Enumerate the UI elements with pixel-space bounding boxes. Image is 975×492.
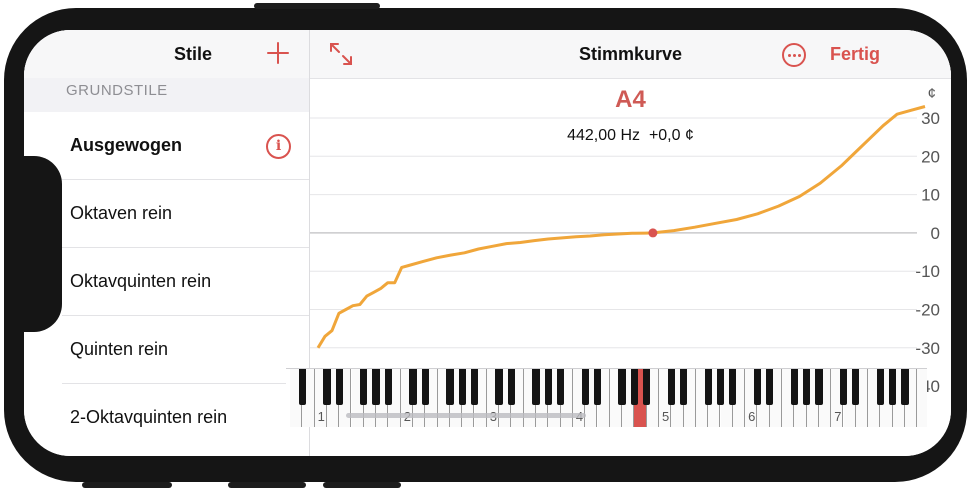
- y-tick-label: 0: [931, 224, 940, 243]
- black-key[interactable]: [409, 369, 417, 405]
- done-button[interactable]: Fertig: [830, 44, 880, 65]
- black-key[interactable]: [618, 369, 626, 405]
- y-tick-label: -10: [915, 262, 940, 281]
- black-key[interactable]: [889, 369, 897, 405]
- black-key[interactable]: [532, 369, 540, 405]
- tuning-curve-chart[interactable]: 3020100-10-20-30-40¢: [310, 78, 951, 398]
- black-key[interactable]: [852, 369, 860, 405]
- white-key[interactable]: [917, 369, 927, 427]
- frequency-readout: 442,00 Hz +0,0 ¢: [310, 127, 951, 145]
- sidebar-header: Stile: [24, 30, 309, 79]
- style-item-label: 2-Oktavquinten rein: [70, 407, 228, 427]
- black-key[interactable]: [360, 369, 368, 405]
- style-item-label: Oktaven rein: [70, 203, 173, 223]
- frequency-value: 442,00 Hz: [567, 127, 641, 144]
- style-item-label: Ausgewogen: [70, 135, 183, 155]
- black-key[interactable]: [766, 369, 774, 405]
- more-icon[interactable]: [782, 43, 806, 67]
- black-key[interactable]: [556, 369, 565, 405]
- note-name: A4: [615, 86, 646, 113]
- black-key[interactable]: [446, 369, 454, 405]
- black-key[interactable]: [790, 369, 798, 405]
- black-key[interactable]: [643, 369, 651, 405]
- hardware-button: [228, 482, 306, 488]
- style-item-2-oktavquinten-rein[interactable]: 2-Oktavquinten rein: [24, 384, 309, 452]
- hardware-button: [82, 482, 172, 488]
- y-tick-label: 10: [921, 186, 940, 205]
- piano-keyboard[interactable]: 1234567: [286, 368, 927, 427]
- black-key[interactable]: [323, 369, 331, 405]
- black-key[interactable]: [679, 369, 688, 405]
- black-key[interactable]: [667, 369, 675, 405]
- black-key[interactable]: [384, 369, 393, 405]
- y-tick-label: 20: [921, 147, 940, 166]
- black-key[interactable]: [716, 369, 725, 405]
- black-key[interactable]: [802, 369, 811, 405]
- black-key[interactable]: [704, 369, 712, 405]
- camera-notch: [24, 156, 62, 332]
- selected-note-marker[interactable]: [648, 228, 658, 238]
- black-key[interactable]: [507, 369, 516, 405]
- hardware-button: [323, 482, 401, 488]
- black-key[interactable]: [421, 369, 429, 405]
- black-key[interactable]: [876, 369, 885, 405]
- style-item-label: Quinten rein: [70, 339, 169, 359]
- black-key[interactable]: [839, 369, 848, 405]
- y-tick-label: -20: [915, 301, 940, 320]
- black-key[interactable]: [335, 369, 343, 405]
- y-tick-label: -30: [915, 339, 940, 358]
- style-item-label: Oktavquinten rein: [70, 271, 212, 291]
- sidebar-title: Stile: [174, 44, 213, 64]
- octave-label: 6: [748, 409, 756, 424]
- style-item-quinten-rein[interactable]: Quinten rein: [24, 316, 309, 384]
- black-key[interactable]: [470, 369, 479, 405]
- black-key[interactable]: [581, 369, 589, 405]
- section-label: GRUNDSTILE: [66, 82, 168, 99]
- black-key[interactable]: [630, 369, 639, 405]
- nav-bar: Stimmkurve Fertig: [310, 30, 951, 79]
- black-key[interactable]: [815, 369, 823, 405]
- style-item-oktaven-rein[interactable]: Oktaven rein: [24, 180, 309, 248]
- octave-label: 5: [662, 409, 670, 424]
- hardware-button: [254, 3, 380, 9]
- black-key[interactable]: [372, 369, 380, 405]
- black-key[interactable]: [901, 369, 909, 405]
- sidebar: Stile GRUNDSTILE Ausgewogen i Oktaven re…: [24, 30, 310, 456]
- scroll-indicator: [346, 413, 586, 418]
- black-key[interactable]: [593, 369, 602, 405]
- black-key[interactable]: [458, 369, 466, 405]
- add-icon[interactable]: [264, 39, 292, 67]
- black-key[interactable]: [753, 369, 762, 405]
- black-key[interactable]: [729, 369, 737, 405]
- style-item-oktavquinten-rein[interactable]: Oktavquinten rein: [24, 248, 309, 316]
- black-key[interactable]: [544, 369, 552, 405]
- black-key[interactable]: [298, 369, 306, 405]
- cent-offset: +0,0 ¢: [648, 127, 694, 144]
- octave-label: 7: [834, 409, 842, 424]
- octave-label: 1: [317, 409, 325, 424]
- info-icon[interactable]: i: [266, 134, 291, 159]
- style-item-ausgewogen[interactable]: Ausgewogen i: [24, 112, 309, 180]
- black-key[interactable]: [495, 369, 503, 405]
